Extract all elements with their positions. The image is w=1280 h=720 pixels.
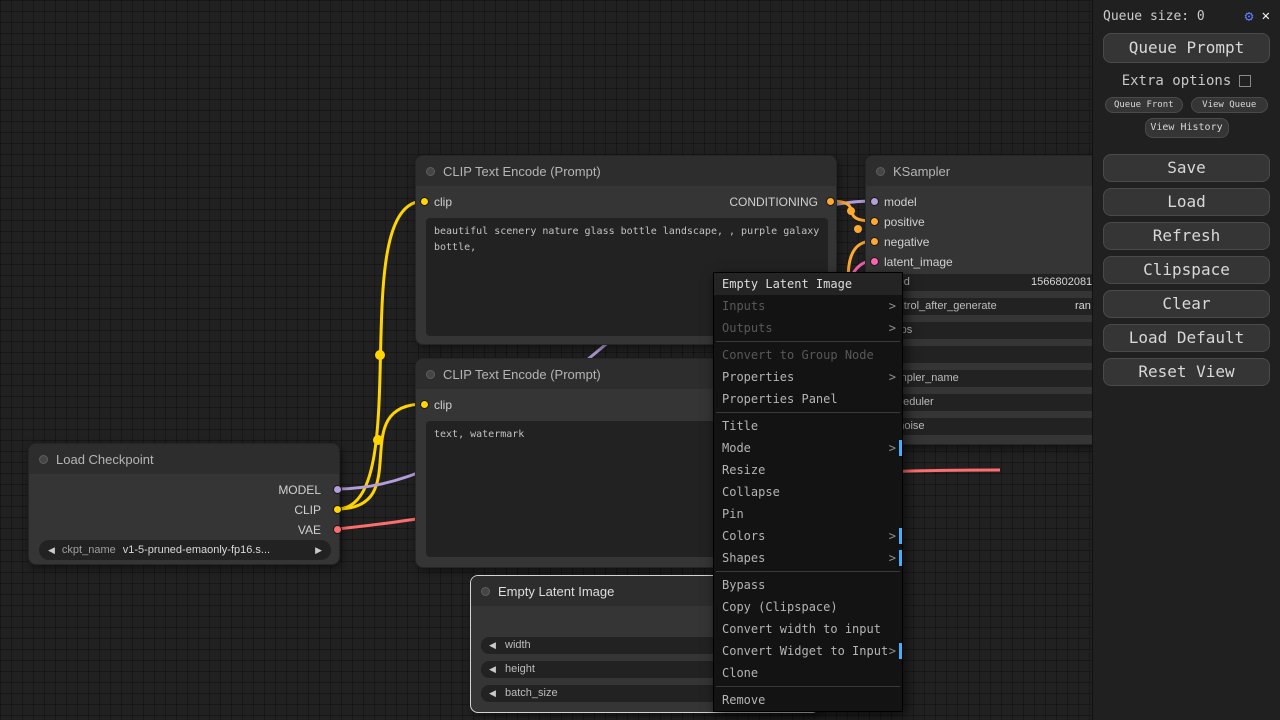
node-title: Load Checkpoint [56,452,154,467]
node-title: KSampler [893,164,950,179]
widget-value: ran [1075,300,1091,312]
view-queue-button[interactable]: View Queue [1191,97,1269,113]
extra-options-checkbox[interactable] [1239,75,1251,87]
input-label-clip: clip [434,195,452,209]
input-label-clip: clip [434,398,452,412]
view-history-button[interactable]: View History [1145,118,1229,138]
output-label-conditioning: CONDITIONING [729,195,818,209]
widget-value: v1-5-pruned-emaonly-fp16.s... [123,544,308,556]
widget-value: 1566802081 [1031,276,1092,288]
node-title-bar[interactable]: CLIP Text Encode (Prompt) [416,156,836,186]
submenu-arrow-icon: > [889,640,896,662]
link-dot [373,435,383,445]
submenu-arrow-icon: > [889,437,896,459]
output-dot-model[interactable] [333,485,342,494]
node-title-bar[interactable]: Load Checkpoint [29,444,339,474]
widget-label: height [505,663,535,675]
collapse-dot-icon[interactable] [876,167,885,176]
extra-options-label: Extra options [1122,73,1232,89]
input-label-positive: positive [884,215,925,229]
menu-item-shapes[interactable]: Shapes > [714,547,902,569]
decrement-arrow-icon[interactable]: ◀ [489,688,496,699]
output-dot-clip[interactable] [333,505,342,514]
queue-size-label: Queue size: 0 [1103,9,1205,24]
menu-item-mode[interactable]: Mode > [714,437,902,459]
menu-item-bypass[interactable]: Bypass [714,574,902,596]
input-dot-negative[interactable] [870,237,879,246]
input-dot-clip[interactable] [420,400,429,409]
input-dot-clip[interactable] [420,197,429,206]
collapse-dot-icon[interactable] [481,587,490,596]
link-dot [847,207,855,215]
link-dot [375,350,385,360]
refresh-button[interactable]: Refresh [1103,222,1270,250]
input-dot-latent-image[interactable] [870,257,879,266]
node-load-checkpoint[interactable]: Load Checkpoint MODEL CLIP VAE ◀ ckpt_na… [28,443,340,565]
reset-view-button[interactable]: Reset View [1103,358,1270,386]
menu-item-title[interactable]: Title [714,415,902,437]
menu-item-clone[interactable]: Clone [714,662,902,684]
widget-label: ckpt_name [62,544,116,556]
menu-item-colors[interactable]: Colors > [714,525,902,547]
menu-item-inputs: Inputs > [714,295,902,317]
output-label-model: MODEL [278,483,321,497]
node-title: CLIP Text Encode (Prompt) [443,367,601,382]
clear-button[interactable]: Clear [1103,290,1270,318]
menu-item-convert-width-to-input[interactable]: Convert width to input [714,618,902,640]
menu-item-resize[interactable]: Resize [714,459,902,481]
output-label-clip: CLIP [294,503,321,517]
close-icon[interactable]: ✕ [1262,8,1270,24]
clipspace-button[interactable]: Clipspace [1103,256,1270,284]
submenu-arrow-icon: > [889,317,896,339]
menu-item-outputs: Outputs > [714,317,902,339]
menu-item-copy-clipspace[interactable]: Copy (Clipspace) [714,596,902,618]
input-label-latent-image: latent_image [884,255,953,269]
input-dot-model[interactable] [870,197,879,206]
collapse-dot-icon[interactable] [39,455,48,464]
input-label-model: model [884,195,917,209]
collapse-dot-icon[interactable] [426,370,435,379]
queue-prompt-button[interactable]: Queue Prompt [1103,33,1270,63]
settings-gear-icon[interactable]: ⚙ [1245,7,1254,25]
output-label-vae: VAE [298,523,321,537]
context-menu: Empty Latent Image Inputs > Outputs > Co… [713,272,903,712]
input-label-negative: negative [884,235,929,249]
save-button[interactable]: Save [1103,154,1270,182]
link-dot [854,225,862,233]
menu-item-remove[interactable]: Remove [714,689,902,711]
submenu-arrow-icon: > [889,295,896,317]
output-dot-vae[interactable] [333,525,342,534]
ckpt-name-widget[interactable]: ◀ ckpt_name v1-5-pruned-emaonly-fp16.s..… [39,540,331,560]
submenu-arrow-icon: > [889,525,896,547]
collapse-dot-icon[interactable] [426,167,435,176]
node-title: Empty Latent Image [498,584,614,599]
menu-item-properties-panel[interactable]: Properties Panel [714,388,902,410]
submenu-arrow-icon: > [889,547,896,569]
widget-label: batch_size [505,687,558,699]
decrement-arrow-icon[interactable]: ◀ [489,664,496,675]
node-title: CLIP Text Encode (Prompt) [443,164,601,179]
wire-clip-to-negative [337,404,424,509]
queue-front-button[interactable]: Queue Front [1105,97,1183,113]
combo-left-arrow-icon[interactable]: ◀ [48,545,55,556]
context-menu-title: Empty Latent Image [714,273,902,295]
decrement-arrow-icon[interactable]: ◀ [489,640,496,651]
menu-item-convert-to-group-node: Convert to Group Node [714,344,902,366]
menu-item-convert-widget-to-input[interactable]: Convert Widget to Input > [714,640,902,662]
menu-item-properties[interactable]: Properties > [714,366,902,388]
input-dot-positive[interactable] [870,217,879,226]
comfyui-menu-panel: Queue size: 0 ⚙ ✕ Queue Prompt Extra opt… [1092,0,1280,720]
load-button[interactable]: Load [1103,188,1270,216]
widget-label: width [505,639,531,651]
output-dot-conditioning[interactable] [826,197,835,206]
combo-right-arrow-icon[interactable]: ▶ [315,545,322,556]
menu-item-collapse[interactable]: Collapse [714,481,902,503]
submenu-arrow-icon: > [889,366,896,388]
menu-item-pin[interactable]: Pin [714,503,902,525]
load-default-button[interactable]: Load Default [1103,324,1270,352]
